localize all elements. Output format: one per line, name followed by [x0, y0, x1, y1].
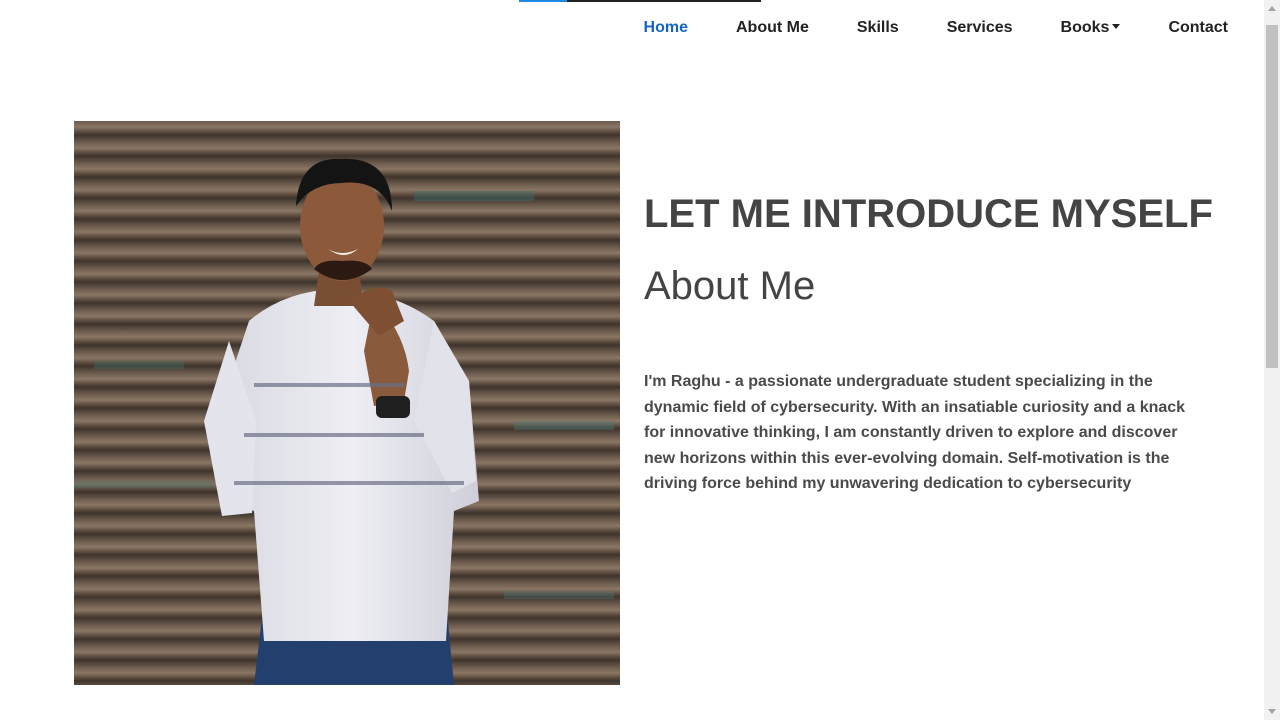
bio-paragraph: I'm Raghu - a passionate undergraduate s… — [644, 373, 1186, 493]
nav-item-label: Skills — [856, 19, 899, 36]
nav-item-label: Home — [643, 19, 688, 36]
nav-item-services[interactable]: Services — [947, 16, 1013, 40]
page: Home About Me Skills Services Books Cont… — [0, 0, 1280, 720]
nav-item-label: About Me — [736, 19, 809, 36]
nav-item-books-dropdown[interactable]: Books — [1061, 16, 1121, 40]
nav-item-about-me[interactable]: About Me — [736, 16, 809, 40]
scroll-down-arrow-icon[interactable] — [1268, 709, 1276, 714]
portrait-photo-icon — [74, 158, 614, 685]
nav-item-label: Services — [946, 19, 1013, 36]
nav-menu: Home About Me Skills Services Books Cont… — [596, 16, 1228, 40]
intro-heading: LET ME INTRODUCE MYSELF — [644, 192, 1213, 236]
scrollbar-thumb[interactable] — [1266, 25, 1278, 368]
nav-item-home[interactable]: Home — [644, 16, 688, 40]
navbar: Home About Me Skills Services Books Cont… — [0, 0, 1264, 56]
profile-photo — [74, 121, 620, 685]
nav-item-label: Books — [1060, 19, 1110, 36]
vertical-scrollbar[interactable] — [1264, 0, 1280, 720]
nav-item-skills[interactable]: Skills — [857, 16, 899, 40]
nav-item-label: Contact — [1168, 19, 1228, 36]
about-me-title: About Me — [644, 264, 816, 308]
nav-item-contact[interactable]: Contact — [1168, 16, 1228, 40]
scroll-up-arrow-icon[interactable] — [1268, 6, 1276, 11]
caret-down-icon — [1112, 24, 1121, 29]
